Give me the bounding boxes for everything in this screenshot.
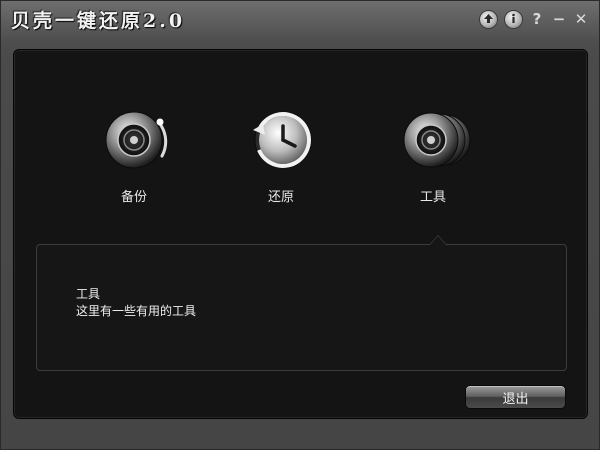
minimize-button[interactable]: − xyxy=(551,11,567,27)
clock-restore-icon xyxy=(241,100,321,180)
tools-tool[interactable]: 工具 xyxy=(393,100,473,210)
info-description: 这里有一些有用的工具 xyxy=(76,304,197,318)
info-title: 工具 xyxy=(76,287,101,301)
info-pointer xyxy=(429,235,447,245)
restore-tool[interactable]: 还原 xyxy=(241,100,321,210)
info-button[interactable] xyxy=(504,9,523,29)
backup-tool[interactable]: 备份 xyxy=(94,100,174,210)
title-bar[interactable]: 贝壳一键还原2.0 ? − ✕ xyxy=(1,1,600,39)
backup-label: 备份 xyxy=(120,190,147,205)
info-text: 工具 这里有一些有用的工具 xyxy=(76,286,196,320)
app-window: 贝壳一键还原2.0 ? − ✕ 备份 还原 工具 工具 这里有一些有用的工具 退… xyxy=(0,0,600,450)
update-button[interactable] xyxy=(479,9,498,29)
discs-tools-icon xyxy=(393,100,473,180)
title-bar-buttons: ? − ✕ xyxy=(479,9,589,29)
help-button[interactable]: ? xyxy=(529,11,545,27)
main-panel: 备份 还原 工具 工具 这里有一些有用的工具 退出 xyxy=(13,49,588,419)
app-title: 贝壳一键还原2.0 xyxy=(11,10,186,32)
tools-label: 工具 xyxy=(419,190,446,205)
up-arrow-icon xyxy=(483,13,494,26)
restore-label: 还原 xyxy=(267,190,294,205)
close-button[interactable]: ✕ xyxy=(573,11,589,27)
exit-button[interactable]: 退出 xyxy=(465,385,566,409)
disc-backup-icon xyxy=(94,100,174,180)
info-icon xyxy=(508,13,519,26)
info-panel: 工具 这里有一些有用的工具 xyxy=(36,235,567,371)
